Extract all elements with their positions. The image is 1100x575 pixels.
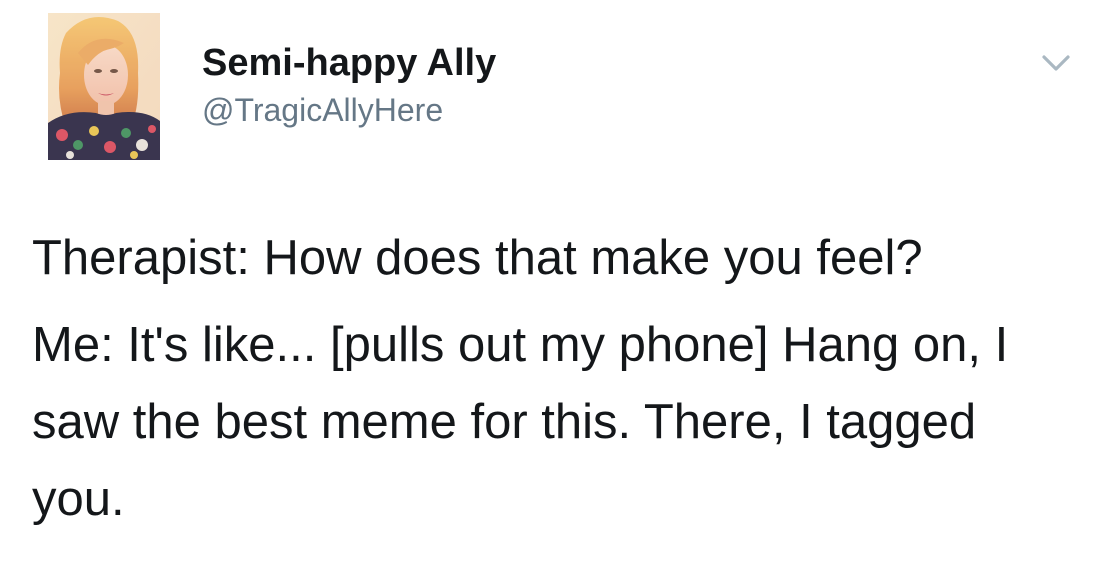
author-handle[interactable]: @TragicAllyHere (202, 90, 443, 130)
author-display-name[interactable]: Semi-happy Ally (202, 40, 496, 86)
avatar-image (48, 13, 160, 160)
avatar[interactable] (48, 13, 160, 160)
chevron-down-glyph (1042, 55, 1070, 71)
tweet-text-line: Me: It's like... [pulls out my phone] Ha… (32, 318, 1009, 526)
tweet-text: Therapist: How does that make you feel? … (32, 220, 1082, 538)
tweet-card: Semi-happy Ally @TragicAllyHere Therapis… (0, 0, 1100, 575)
tweet-text-line: Therapist: How does that make you feel? (32, 231, 923, 285)
chevron-down-icon[interactable] (1036, 48, 1076, 78)
